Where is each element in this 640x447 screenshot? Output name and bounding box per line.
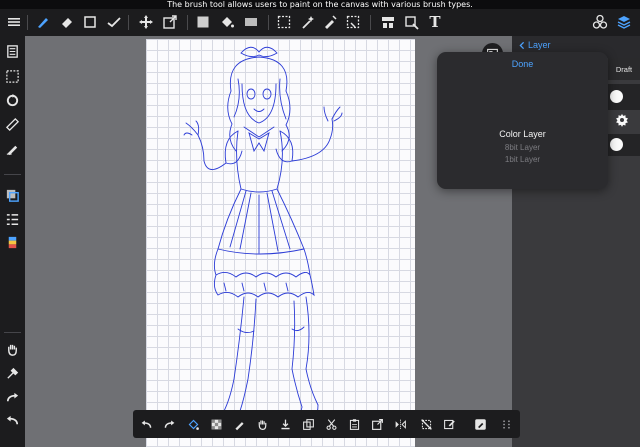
deselect-icon[interactable] (417, 415, 435, 433)
shape-icon[interactable] (80, 12, 100, 32)
ruler-icon[interactable] (3, 115, 22, 134)
select-icon[interactable] (274, 12, 294, 32)
drag-handle-icon[interactable] (497, 415, 515, 433)
transform-icon[interactable] (160, 12, 180, 32)
eraser-icon[interactable] (57, 12, 77, 32)
drawing-canvas[interactable] (146, 39, 415, 447)
layers-icon[interactable] (614, 12, 634, 32)
layer-type-popover: Done Color Layer 8bit Layer 1bit Layer (437, 52, 608, 189)
layer-type-option-8bit[interactable]: 8bit Layer (437, 143, 608, 152)
redo-icon[interactable] (160, 415, 178, 433)
gradient-icon[interactable] (241, 12, 261, 32)
undo-icon[interactable] (137, 415, 155, 433)
cut-icon[interactable] (322, 415, 340, 433)
zoom-icon[interactable] (402, 12, 422, 32)
redo-icon[interactable] (3, 388, 22, 407)
edit-selection-icon[interactable] (440, 415, 458, 433)
document-icon[interactable] (3, 42, 22, 61)
brush-shortcut-icon[interactable] (471, 415, 489, 433)
layer-type-option-1bit[interactable]: 1bit Layer (437, 155, 608, 164)
sketch-drawing (183, 46, 343, 426)
transform-icon[interactable] (368, 415, 386, 433)
selection-layer-icon[interactable] (3, 67, 22, 86)
top-toolbar: T (0, 9, 640, 36)
flip-icon[interactable] (391, 415, 409, 433)
visibility-toggle[interactable] (610, 90, 623, 103)
layer-settings-gear-icon[interactable] (615, 113, 629, 127)
brush-icon[interactable] (33, 12, 53, 32)
layer-list-icon[interactable] (3, 210, 22, 229)
pen-settings-icon[interactable] (3, 139, 22, 158)
lock-toggle[interactable] (610, 138, 623, 151)
pen-select-icon[interactable] (320, 12, 340, 32)
color-layer-icon[interactable] (3, 233, 22, 252)
import-icon[interactable] (276, 415, 294, 433)
tool-hint-bar: The brush tool allows users to paint on … (0, 0, 640, 9)
eyedropper-icon[interactable] (3, 364, 22, 383)
chevron-left-icon (519, 41, 525, 49)
hand-icon[interactable] (253, 415, 271, 433)
rotate-icon[interactable] (3, 91, 22, 110)
hand-icon[interactable] (3, 340, 22, 359)
layer-type-option-color[interactable]: Color Layer (437, 129, 608, 139)
materials-icon[interactable] (590, 12, 610, 32)
layer-back-button[interactable]: Layer (518, 40, 551, 50)
bottom-toolbar (133, 410, 520, 438)
copy-layer-icon[interactable] (299, 415, 317, 433)
pen-icon[interactable] (230, 415, 248, 433)
magic-wand-icon[interactable] (298, 12, 318, 32)
panel-icon[interactable] (378, 12, 398, 32)
done-button[interactable]: Done (437, 59, 608, 69)
text-icon[interactable]: T (425, 12, 445, 32)
correction-icon[interactable] (104, 12, 124, 32)
move-icon[interactable] (136, 12, 156, 32)
bucket-icon[interactable] (217, 12, 237, 32)
clear-icon[interactable] (207, 415, 225, 433)
left-toolbar (0, 36, 25, 447)
menu-icon[interactable] (4, 12, 24, 32)
paste-icon[interactable] (345, 415, 363, 433)
draft-layer-button[interactable]: Draft (608, 58, 640, 80)
fill-select-icon[interactable] (184, 415, 202, 433)
lasso-icon[interactable] (343, 12, 363, 32)
layer-copy-icon[interactable] (3, 186, 22, 205)
undo-icon[interactable] (3, 411, 22, 430)
fill-color-icon[interactable] (193, 12, 213, 32)
layer-back-label: Layer (528, 40, 551, 50)
